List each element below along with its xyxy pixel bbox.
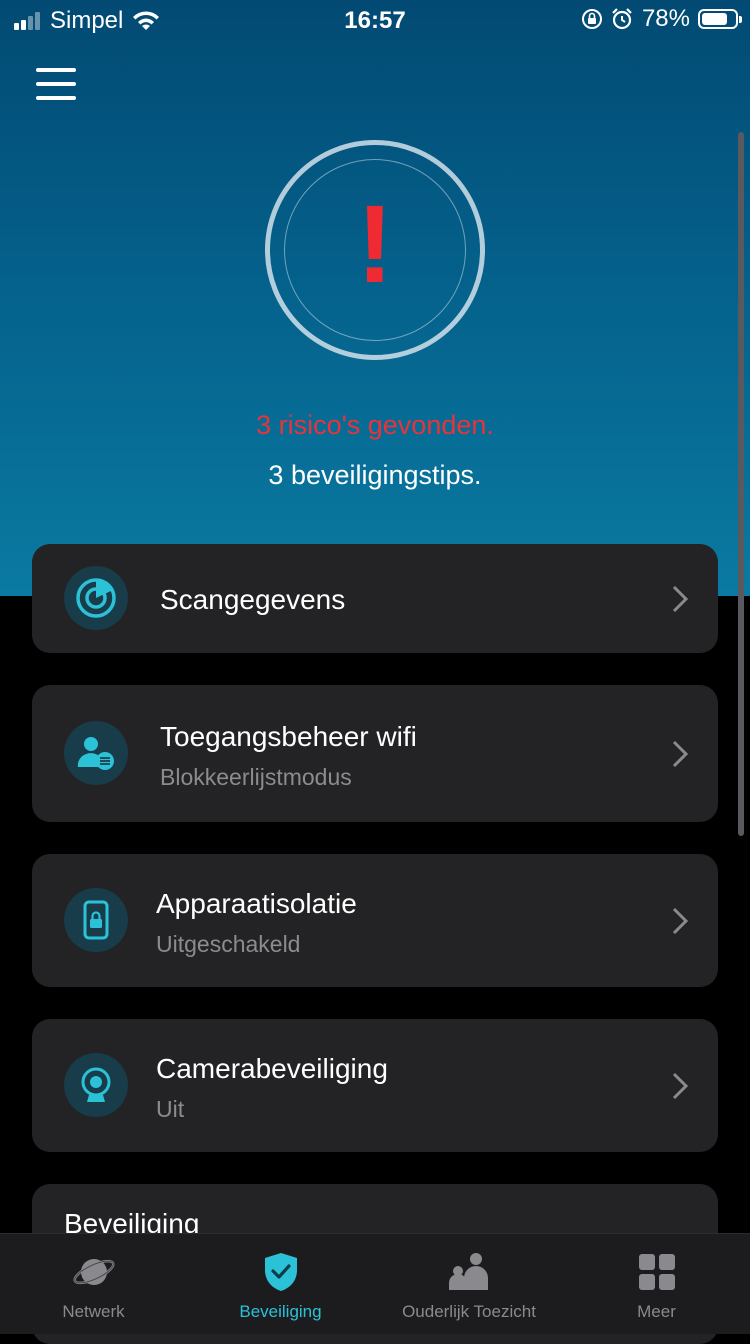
webcam-icon bbox=[64, 1053, 128, 1117]
card-subtitle: Uitgeschakeld bbox=[156, 931, 301, 957]
card-title: Scangegevens bbox=[160, 584, 346, 615]
status-bar: Simpel 16:57 78% bbox=[0, 0, 750, 40]
grid-icon bbox=[638, 1254, 675, 1290]
card-title: Toegangsbeheer wifi bbox=[160, 721, 417, 752]
card-subtitle: Blokkeerlijstmodus bbox=[160, 764, 352, 790]
chevron-right-icon bbox=[672, 740, 689, 768]
tab-label: Beveiliging bbox=[239, 1302, 322, 1321]
card-subtitle: Uit bbox=[156, 1096, 185, 1122]
card-apparaatisolatie[interactable]: Apparaatisolatie Uitgeschakeld bbox=[32, 854, 718, 987]
tab-netwerk[interactable]: Netwerk bbox=[0, 1234, 187, 1334]
tab-bar: Netwerk Beveiliging Ouderlijk Toezicht M… bbox=[0, 1233, 750, 1334]
chevron-right-icon bbox=[672, 907, 689, 935]
tab-label: Meer bbox=[637, 1302, 676, 1321]
card-title: Camerabeveiliging bbox=[156, 1053, 388, 1084]
card-title: Apparaatisolatie bbox=[156, 888, 357, 919]
shield-check-icon bbox=[264, 1253, 297, 1291]
tab-label: Netwerk bbox=[62, 1302, 125, 1321]
user-list-icon bbox=[64, 721, 128, 785]
menu-icon[interactable] bbox=[36, 68, 76, 100]
card-scangegevens[interactable]: Scangegevens bbox=[32, 544, 718, 653]
chevron-right-icon bbox=[672, 585, 689, 613]
battery-percent: 78% bbox=[641, 5, 690, 32]
phone-lock-icon bbox=[64, 888, 128, 952]
battery-icon bbox=[698, 9, 742, 29]
chevron-right-icon bbox=[672, 1072, 689, 1100]
risk-count-text[interactable]: 3 risico's gevonden. bbox=[0, 410, 750, 441]
battery-fill bbox=[702, 13, 727, 25]
scrollbar[interactable] bbox=[738, 132, 744, 836]
planet-icon bbox=[72, 1259, 115, 1285]
warning-icon: ! bbox=[356, 183, 394, 306]
status-right: 78% bbox=[580, 5, 742, 33]
security-tips-text[interactable]: 3 beveiligingstips. bbox=[0, 460, 750, 491]
tab-label: Ouderlijk Toezicht bbox=[402, 1302, 536, 1321]
card-toegangsbeheer-wifi[interactable]: Toegangsbeheer wifi Blokkeerlijstmodus bbox=[32, 685, 718, 822]
family-icon bbox=[449, 1253, 488, 1290]
rotation-lock-icon bbox=[581, 9, 602, 29]
card-camerabeveiliging[interactable]: Camerabeveiliging Uit bbox=[32, 1019, 718, 1152]
alarm-icon bbox=[612, 8, 632, 30]
radar-icon bbox=[64, 566, 128, 630]
tab-beveiliging[interactable]: Beveiliging bbox=[187, 1234, 374, 1334]
risk-status-ring: ! bbox=[265, 140, 485, 360]
tab-ouderlijk-toezicht[interactable]: Ouderlijk Toezicht bbox=[374, 1234, 564, 1334]
tab-meer[interactable]: Meer bbox=[563, 1234, 750, 1334]
